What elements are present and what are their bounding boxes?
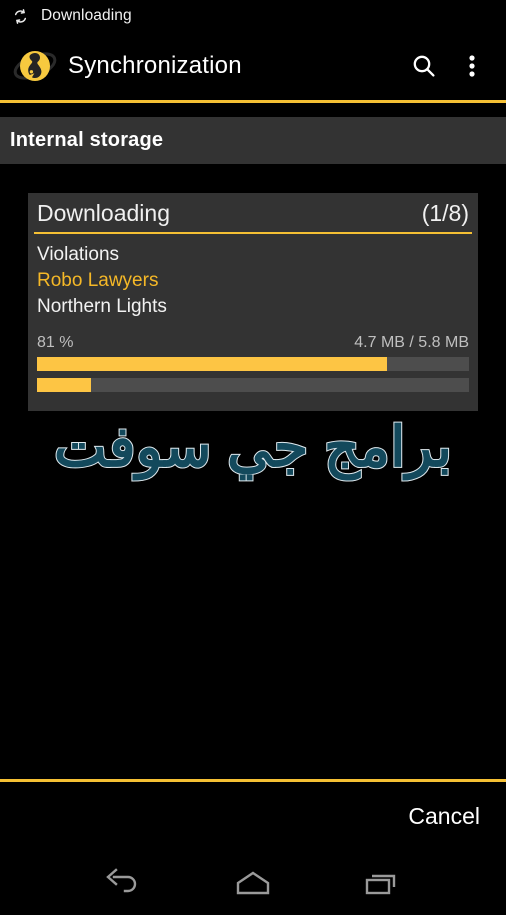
section-header-internal-storage: Internal storage [0, 117, 506, 164]
status-bar: Downloading [0, 0, 506, 32]
total-progress-bar [37, 378, 469, 392]
content-area: Downloading (1/8) Violations Robo Lawyer… [0, 164, 506, 779]
overflow-menu-icon[interactable] [452, 40, 492, 92]
progress-meta-row: 81 % 4.7 MB / 5.8 MB [37, 334, 469, 352]
download-card-title: Downloading [37, 200, 170, 227]
status-bar-label: Downloading [41, 7, 132, 25]
android-navigation-bar [0, 850, 506, 915]
list-item: Northern Lights [37, 294, 469, 320]
spacer [0, 103, 506, 117]
file-progress-fill [37, 357, 387, 371]
section-header-label: Internal storage [10, 129, 163, 152]
total-progress-fill [37, 378, 91, 392]
download-card-header: Downloading (1/8) [28, 193, 478, 232]
cancel-button[interactable]: Cancel [400, 797, 488, 836]
dialog-button-bar: Cancel [0, 782, 506, 850]
search-icon[interactable] [396, 40, 452, 92]
sync-icon [12, 8, 29, 25]
home-nav-icon[interactable] [218, 860, 288, 906]
download-card-counter: (1/8) [422, 200, 469, 227]
list-item: Violations [37, 242, 469, 268]
file-progress-bar [37, 357, 469, 371]
app-logo-icon [12, 45, 58, 87]
progress-size-label: 4.7 MB / 5.8 MB [354, 334, 469, 352]
action-bar: Synchronization [0, 32, 506, 100]
progress-percent-label: 81 % [37, 334, 73, 352]
page-title: Synchronization [68, 52, 396, 80]
back-nav-icon[interactable] [89, 860, 159, 906]
download-card-body: Violations Robo Lawyers Northern Lights … [28, 234, 478, 411]
recent-apps-nav-icon[interactable] [347, 860, 417, 906]
download-card[interactable]: Downloading (1/8) Violations Robo Lawyer… [28, 193, 478, 411]
list-item: Robo Lawyers [37, 268, 469, 294]
watermark-text: برامج جي سوفت [0, 419, 506, 475]
